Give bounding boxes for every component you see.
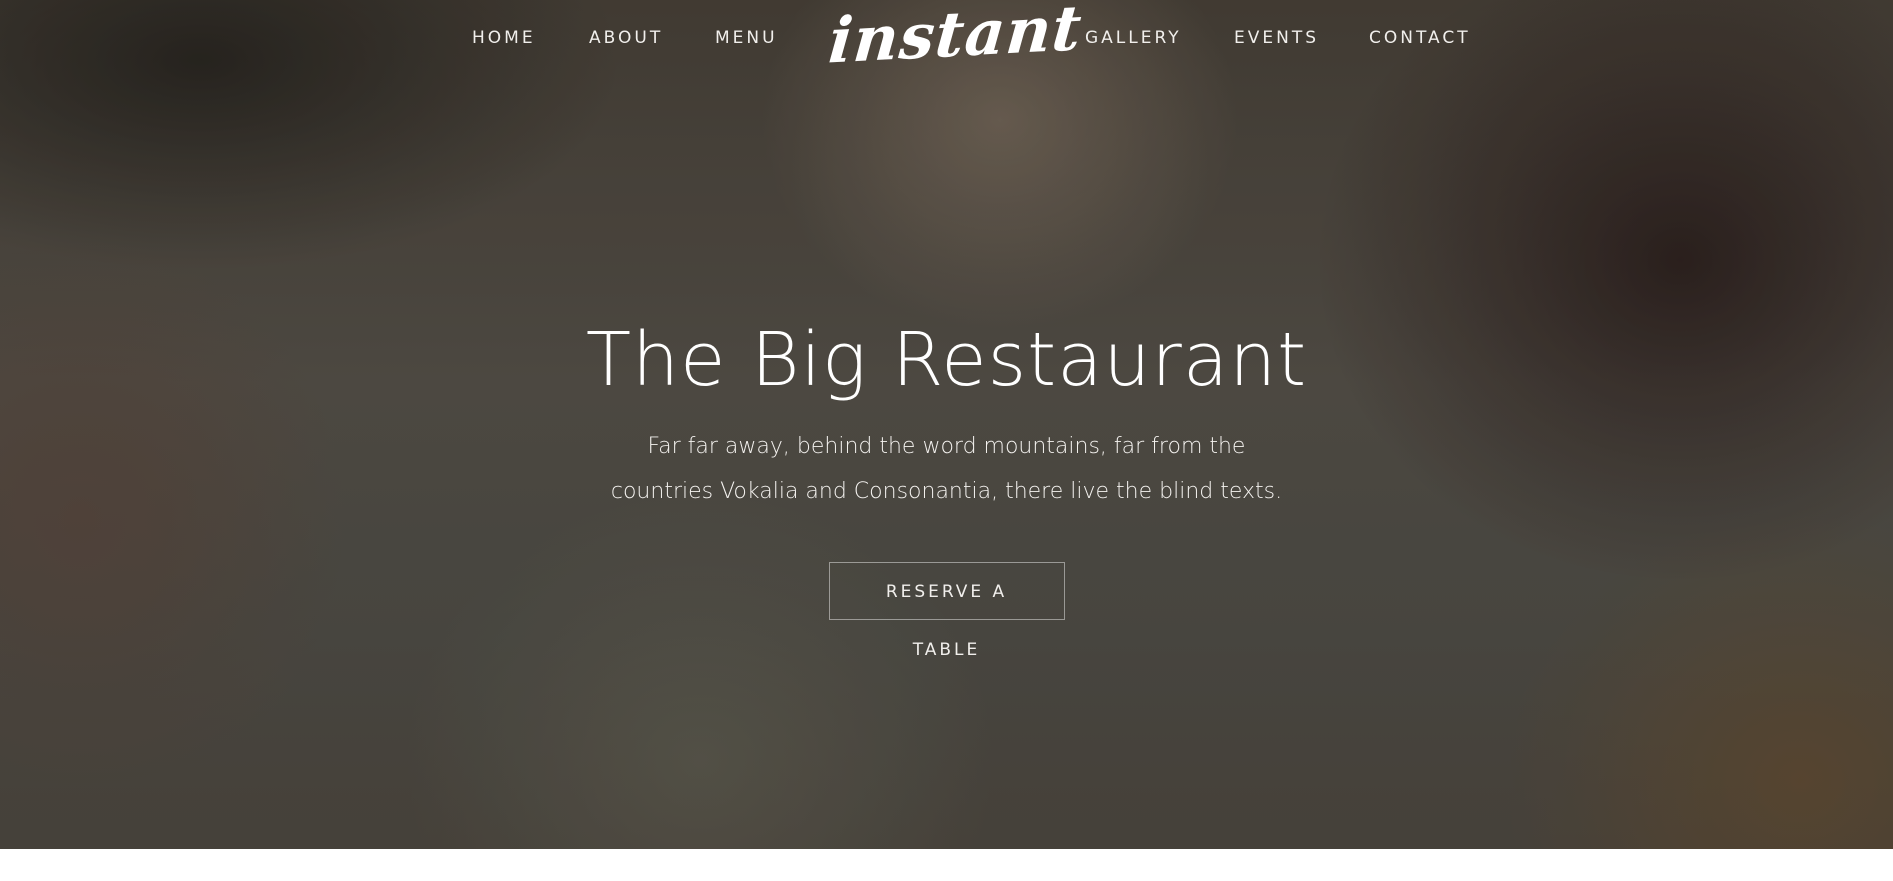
reserve-table-button[interactable]: RESERVE A TABLE [828, 562, 1065, 660]
hero-subtitle-line-1: Far far away, behind the word mountains,… [647, 434, 1246, 459]
main-nav: HOME ABOUT MENU instant GALLERY EVENTS C… [0, 0, 1893, 78]
nav-link-home[interactable]: HOME [472, 28, 536, 48]
nav-link-events[interactable]: EVENTS [1234, 28, 1319, 48]
nav-link-about[interactable]: ABOUT [589, 28, 663, 48]
brand-logo[interactable]: instant [826, 0, 1085, 82]
hero-title: The Big Restaurant [585, 317, 1308, 403]
hero-content: The Big Restaurant Far far away, behind … [0, 310, 1893, 660]
nav-link-gallery[interactable]: GALLERY [1085, 28, 1182, 48]
page-body-start [0, 849, 1893, 881]
hero-subtitle-line-2: countries Vokalia and Consonantia, there… [610, 479, 1283, 504]
hero-section: HOME ABOUT MENU instant GALLERY EVENTS C… [0, 0, 1893, 849]
nav-link-contact[interactable]: CONTACT [1369, 28, 1471, 48]
hero-subtitle: Far far away, behind the word mountains,… [597, 424, 1297, 514]
nav-link-menu[interactable]: MENU [715, 28, 778, 48]
